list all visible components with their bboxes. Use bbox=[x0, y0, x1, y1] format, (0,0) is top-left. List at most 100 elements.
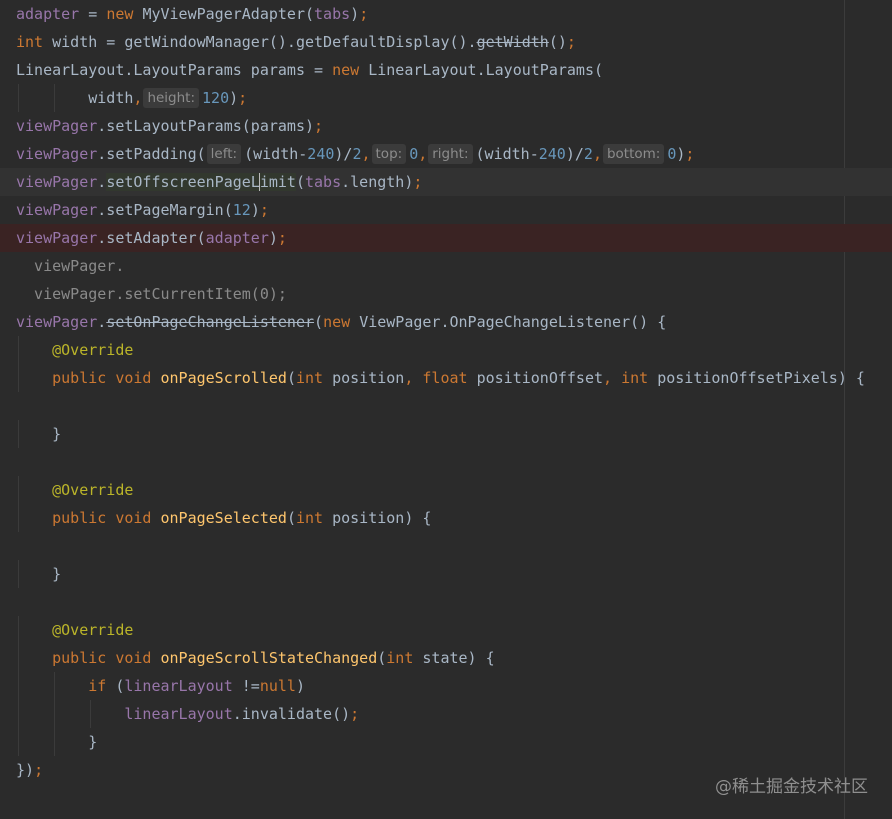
code-token: state) { bbox=[422, 649, 495, 667]
code-token: linearLayout bbox=[124, 705, 233, 723]
code-token: ; bbox=[413, 173, 423, 191]
code-line[interactable]: viewPager.setLayoutParams(params); bbox=[0, 112, 892, 140]
code-token: ) bbox=[268, 229, 278, 247]
code-token: () bbox=[548, 33, 567, 51]
code-token: MyViewPagerAdapter( bbox=[142, 5, 315, 23]
code-line[interactable]: @Override bbox=[0, 336, 892, 364]
code-editor[interactable]: adapter = new MyViewPagerAdapter(tabs); i… bbox=[0, 0, 892, 819]
code-line[interactable]: } bbox=[0, 728, 892, 756]
code-line[interactable]: @Override bbox=[0, 476, 892, 504]
code-line[interactable]: adapter = new MyViewPagerAdapter(tabs); bbox=[0, 0, 892, 28]
parameter-hint: right: bbox=[428, 144, 473, 164]
code-token: ) bbox=[250, 201, 260, 219]
code-token: viewPager bbox=[16, 117, 98, 135]
indent-guide bbox=[54, 728, 56, 756]
indent-guide bbox=[54, 672, 56, 700]
code-token: ViewPager.OnPageChangeListener() { bbox=[359, 313, 667, 331]
code-token: , bbox=[418, 145, 428, 163]
code-line[interactable]: viewPager.setAdapter(adapter); bbox=[0, 224, 892, 252]
code-token: public void bbox=[52, 649, 161, 667]
code-token: @Override bbox=[52, 481, 134, 499]
code-token: )/ bbox=[334, 145, 353, 163]
code-token: .setLayoutParams(params) bbox=[97, 117, 315, 135]
indent-guide bbox=[18, 336, 19, 364]
code-token: , bbox=[592, 145, 602, 163]
code-line[interactable]: public void onPageScrolled(int position,… bbox=[0, 364, 892, 392]
code-line[interactable] bbox=[0, 588, 892, 616]
code-token: ; bbox=[685, 145, 695, 163]
code-line[interactable]: viewPager.setPageMargin(12); bbox=[0, 196, 892, 224]
code-token: new bbox=[106, 5, 143, 23]
code-line[interactable]: public void onPageScrollStateChanged(int… bbox=[0, 644, 892, 672]
code-token: 2 bbox=[583, 145, 593, 163]
code-token: ( bbox=[314, 313, 324, 331]
code-token: .setAdapter( bbox=[97, 229, 206, 247]
code-token: 240 bbox=[538, 145, 566, 163]
code-token: if bbox=[88, 677, 116, 695]
code-line[interactable]: public void onPageSelected(int position)… bbox=[0, 504, 892, 532]
code-token: null bbox=[259, 677, 296, 695]
code-token: int bbox=[295, 369, 333, 387]
code-token: 12 bbox=[232, 201, 251, 219]
indent-guide bbox=[18, 476, 19, 504]
indent-guide bbox=[54, 84, 56, 112]
code-line[interactable]: LinearLayout.LayoutParams params = new L… bbox=[0, 56, 892, 84]
parameter-hint: height: bbox=[143, 88, 200, 108]
code-token: int bbox=[386, 649, 423, 667]
code-line[interactable]: width, height: 120); bbox=[0, 84, 892, 112]
code-token: ; bbox=[350, 705, 360, 723]
code-line[interactable]: int width = getWindowManager().getDefaul… bbox=[0, 28, 892, 56]
code-token: ) bbox=[295, 677, 305, 695]
indent-guide bbox=[54, 700, 56, 728]
code-line[interactable]: linearLayout.invalidate(); bbox=[0, 700, 892, 728]
code-token: , int bbox=[603, 369, 658, 387]
code-token: LinearLayout.LayoutParams( bbox=[368, 61, 604, 79]
code-line[interactable]: } bbox=[0, 560, 892, 588]
code-token: ; bbox=[314, 117, 324, 135]
code-token: . bbox=[97, 173, 107, 191]
code-token: public void bbox=[52, 509, 161, 527]
parameter-hint: top: bbox=[371, 144, 407, 164]
code-token: . bbox=[97, 313, 107, 331]
code-line[interactable]: viewPager.setOffscreenPageLimit(tabs.len… bbox=[0, 168, 892, 196]
code-line[interactable]: @Override bbox=[0, 616, 892, 644]
code-token: viewPager bbox=[16, 201, 98, 219]
code-token: getWidth bbox=[476, 33, 549, 51]
code-token: ; bbox=[359, 5, 369, 23]
indent-guide bbox=[18, 504, 19, 532]
code-line[interactable]: viewPager.setPadding(left: (width-240)/2,… bbox=[0, 140, 892, 168]
code-token: setOffscreenPageL bbox=[106, 173, 260, 191]
code-token: width bbox=[16, 89, 134, 107]
code-token: viewPager bbox=[16, 229, 98, 247]
code-token: ) bbox=[350, 5, 360, 23]
code-line[interactable] bbox=[0, 532, 892, 560]
code-token: @Override bbox=[52, 341, 134, 359]
indent-guide bbox=[18, 700, 19, 728]
code-line[interactable]: viewPager.setCurrentItem(0); bbox=[0, 280, 892, 308]
code-line[interactable] bbox=[0, 448, 892, 476]
code-token: new bbox=[332, 61, 369, 79]
code-line[interactable]: if (linearLayout !=null) bbox=[0, 672, 892, 700]
indent-guide bbox=[90, 700, 92, 728]
code-token: width = getWindowManager().getDefaultDis… bbox=[52, 33, 477, 51]
code-token: ; bbox=[34, 761, 44, 779]
code-token: ( bbox=[295, 173, 305, 191]
code-line[interactable]: viewPager. bbox=[0, 252, 892, 280]
code-line[interactable] bbox=[0, 392, 892, 420]
code-token: viewPager.setCurrentItem(0); bbox=[16, 285, 287, 303]
code-line[interactable]: } bbox=[0, 420, 892, 448]
code-line[interactable]: viewPager.setOnPageChangeListener(new Vi… bbox=[0, 308, 892, 336]
indent-guide bbox=[18, 364, 19, 392]
code-token: .invalidate() bbox=[232, 705, 351, 723]
code-token: != bbox=[241, 677, 260, 695]
code-token: ) bbox=[229, 89, 239, 107]
code-token: , float bbox=[404, 369, 477, 387]
code-token: setOnPageChangeListener bbox=[106, 313, 315, 331]
code-token: , bbox=[361, 145, 371, 163]
